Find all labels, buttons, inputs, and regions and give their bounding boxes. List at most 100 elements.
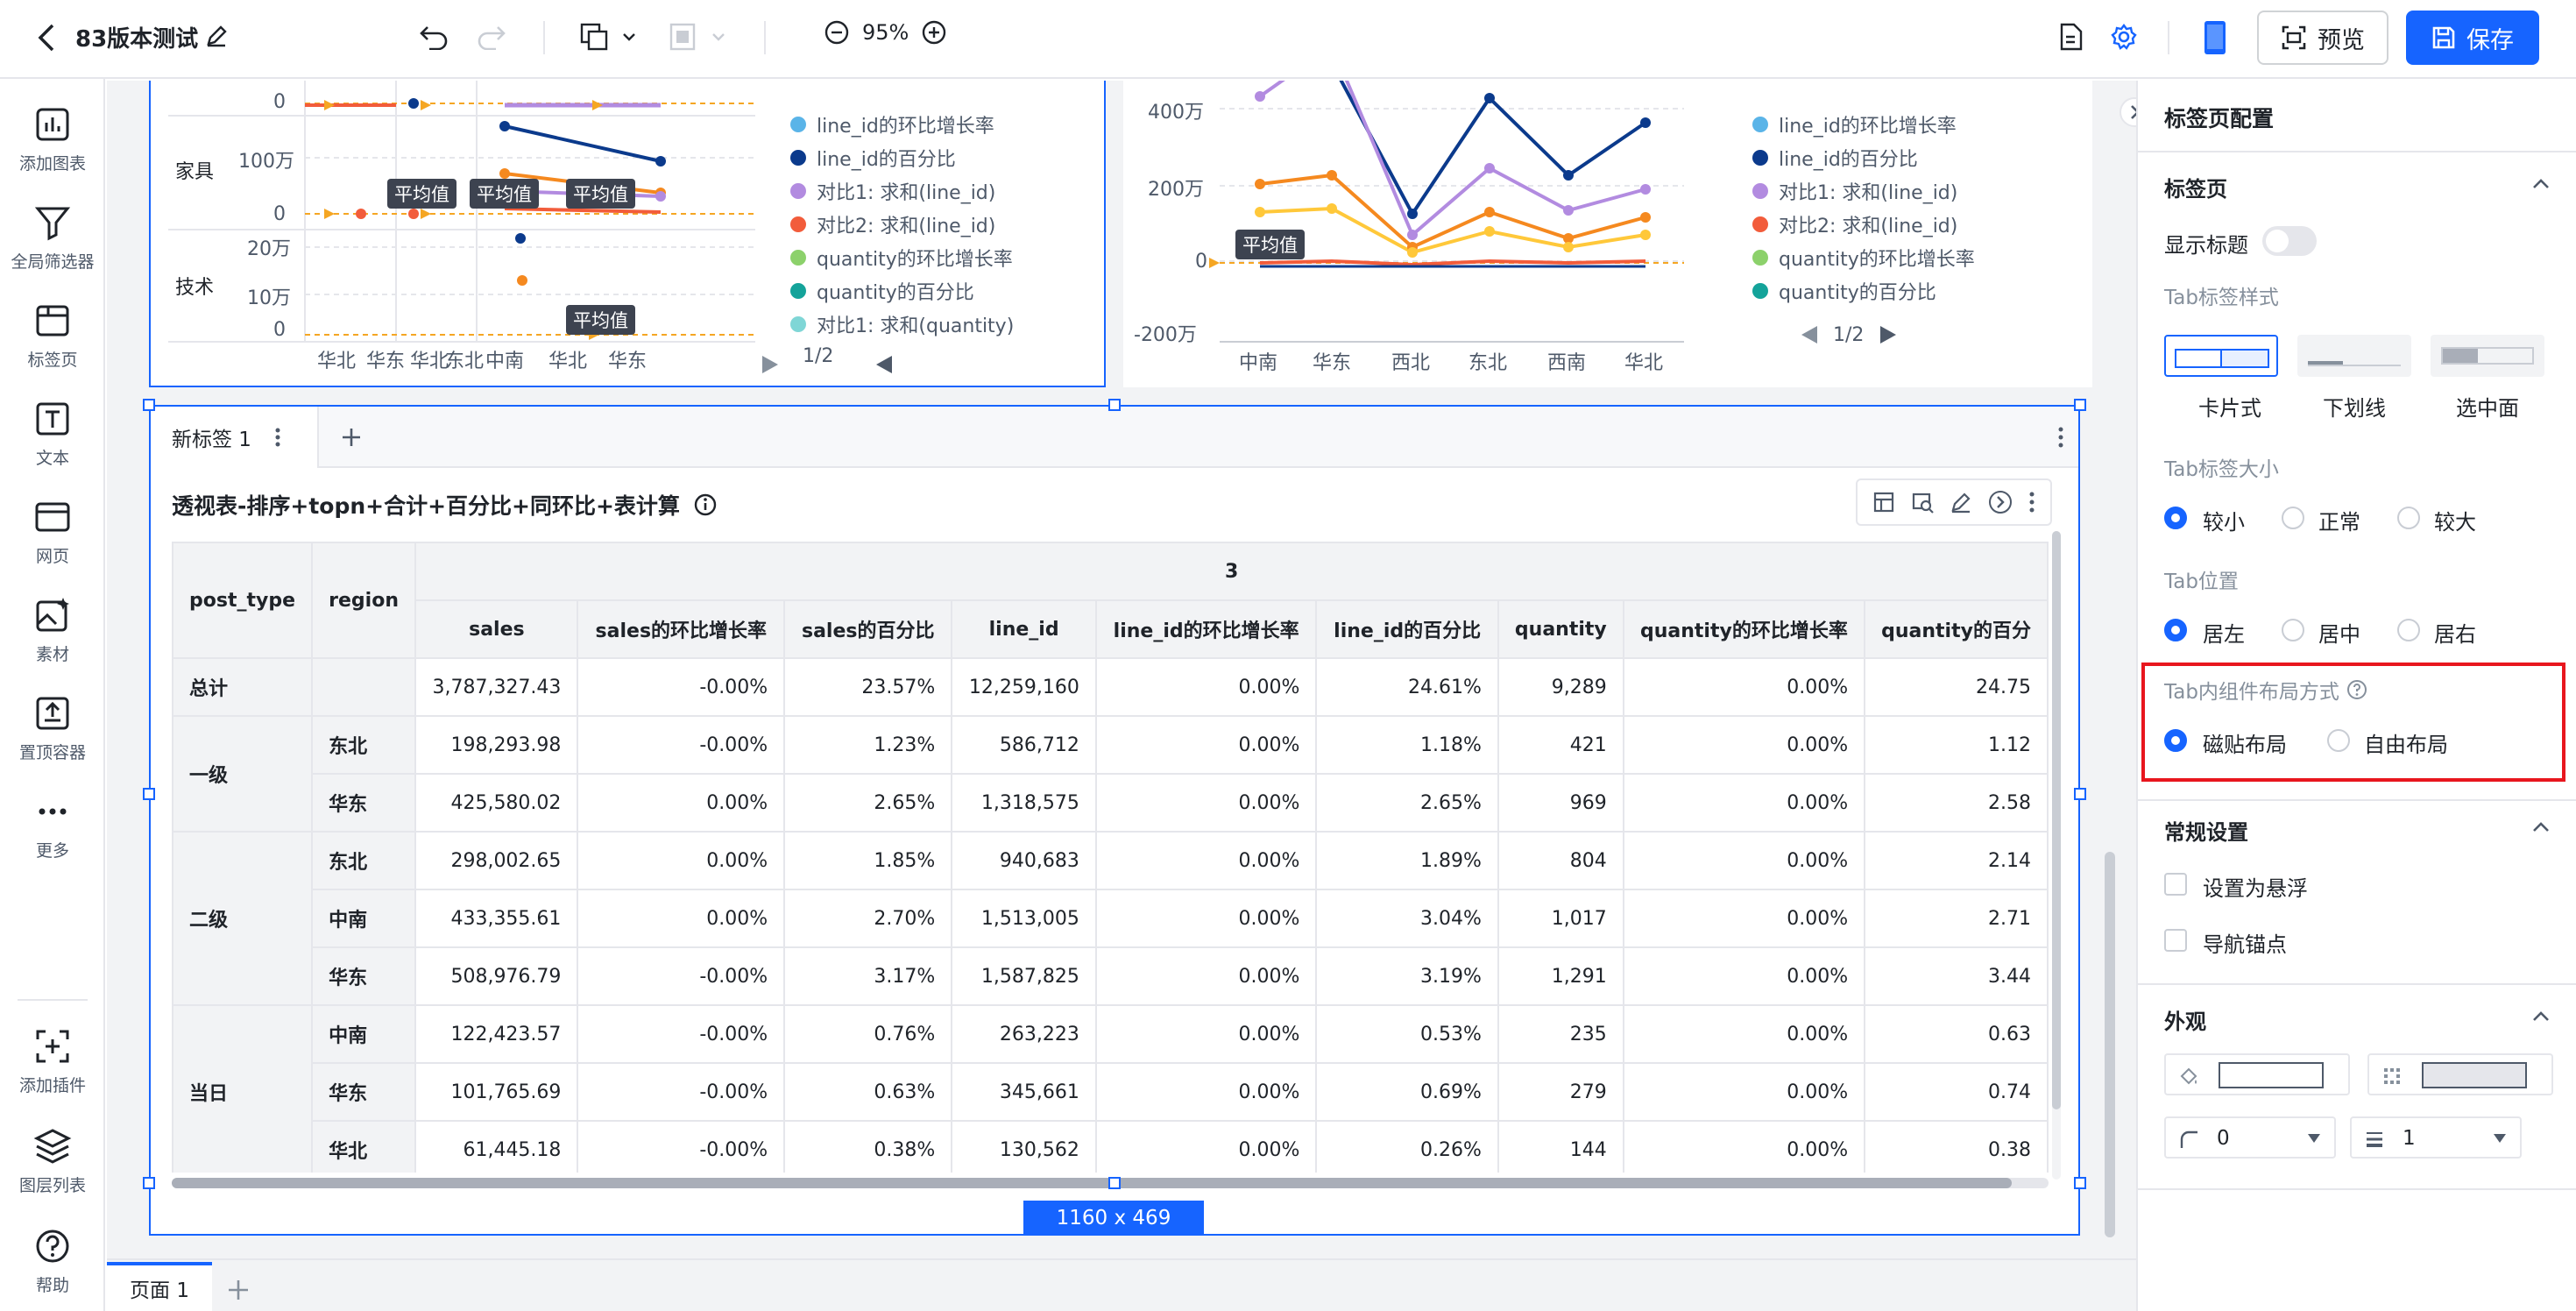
zoom-in-icon[interactable]	[921, 19, 947, 46]
chevron-up-icon[interactable]	[2530, 817, 2551, 838]
column-header[interactable]: quantity的环比增长率	[1622, 599, 1866, 659]
global-filter-button[interactable]: 全局筛选器	[0, 203, 105, 273]
preview-button[interactable]: 预览	[2257, 11, 2388, 65]
mobile-view-icon[interactable]	[2197, 18, 2233, 58]
free-layout-radio[interactable]	[2327, 729, 2350, 752]
legend-item[interactable]: 对比2: 求和(line_id)	[1752, 210, 1957, 238]
edit-title-icon[interactable]	[202, 21, 231, 51]
tab-more-icon[interactable]	[274, 427, 281, 448]
vertical-scrollbar[interactable]	[2052, 531, 2061, 1180]
anchor-checkbox[interactable]	[2164, 929, 2187, 952]
column-header[interactable]: quantity	[1497, 599, 1624, 659]
table-edit-icon[interactable]	[1872, 491, 1895, 514]
chevron-right-icon[interactable]	[1988, 490, 2013, 514]
column-header[interactable]: line_id	[951, 599, 1097, 659]
chevron-up-icon[interactable]	[2530, 174, 2551, 195]
redo-icon[interactable]	[473, 19, 510, 54]
tab-position-center-radio[interactable]	[2282, 619, 2304, 641]
document-icon[interactable]	[2054, 19, 2089, 54]
webpage-button[interactable]: 网页	[0, 498, 105, 567]
resize-handle[interactable]	[2074, 788, 2086, 800]
group-label[interactable]: 当日	[172, 1004, 314, 1173]
panel-collapse-icon[interactable]	[2119, 96, 2136, 128]
resize-handle[interactable]	[143, 788, 155, 800]
pencil-icon[interactable]	[1950, 491, 1972, 514]
material-button[interactable]: 素材	[0, 596, 105, 665]
pivot-card[interactable]: 透视表-排序+topn+合计+百分比+同环比+表计算 post_type reg…	[151, 470, 2064, 1230]
tab-style-selected[interactable]	[2431, 335, 2544, 377]
column-header[interactable]: sales的百分比	[783, 599, 953, 659]
scrollbar-thumb[interactable]	[172, 1178, 2012, 1188]
resize-handle[interactable]	[143, 399, 155, 411]
back-arrow-icon[interactable]	[30, 21, 63, 54]
tab-style-underline[interactable]	[2297, 335, 2411, 377]
legend-item[interactable]: quantity的百分比	[1752, 277, 1936, 305]
group-label[interactable]: 二级	[172, 831, 314, 1006]
legend-item[interactable]: line_id的百分比	[790, 144, 956, 172]
add-tab-icon[interactable]	[340, 426, 363, 449]
layer-list-button[interactable]: 图层列表	[0, 1127, 105, 1196]
row-header-post-type[interactable]: post_type	[172, 542, 314, 659]
canvas-scrollbar[interactable]	[2105, 852, 2115, 1237]
tab-size-normal-radio[interactable]	[2282, 507, 2304, 529]
help-circle-icon[interactable]	[2346, 679, 2367, 700]
column-header[interactable]: sales	[414, 599, 579, 659]
align-icon[interactable]	[668, 19, 731, 54]
add-plugin-button[interactable]: 添加插件	[0, 1027, 105, 1096]
border-width-select[interactable]: 1	[2350, 1116, 2522, 1159]
legend-item[interactable]: quantity的环比增长率	[790, 244, 1013, 272]
chart-card-right[interactable]: 400万 200万 0 -200万 中南 华东 西北 东北 西南 华北 平均值 …	[1123, 81, 2092, 387]
add-page-icon[interactable]	[226, 1278, 251, 1302]
column-header[interactable]: line_id的环比增长率	[1094, 599, 1318, 659]
add-chart-button[interactable]: 添加图表	[0, 105, 105, 174]
legend-item[interactable]: quantity的百分比	[790, 277, 974, 305]
tab-position-left-radio[interactable]	[2164, 619, 2187, 641]
save-button[interactable]: 保存	[2406, 11, 2539, 65]
show-title-toggle[interactable]	[2262, 226, 2317, 256]
legend-item[interactable]: quantity的环比增长率	[1752, 244, 1975, 272]
resize-handle[interactable]	[1108, 399, 1121, 411]
container-more-icon[interactable]	[2057, 426, 2064, 449]
text-button[interactable]: 文本	[0, 400, 105, 469]
fill-color-picker[interactable]	[2164, 1053, 2350, 1095]
tile-layout-radio[interactable]	[2164, 729, 2187, 752]
chart-card-left[interactable]: 0 家具 100万 0 技术 20万 10万 0 华北 华东 华北 东北 中南 …	[149, 81, 1106, 387]
legend-item[interactable]: line_id的环比增长率	[1752, 110, 1957, 138]
tab-position-right-radio[interactable]	[2397, 619, 2420, 641]
undo-icon[interactable]	[415, 19, 452, 54]
legend-item[interactable]: 对比1: 求和(quantity)	[790, 310, 1014, 338]
resize-handle[interactable]	[1108, 1177, 1121, 1189]
row-header-region[interactable]: region	[311, 542, 417, 659]
legend-item[interactable]: 对比1: 求和(line_id)	[790, 177, 995, 205]
scrollbar-thumb[interactable]	[2052, 531, 2061, 1109]
column-header[interactable]: quantity的百分	[1864, 599, 2049, 659]
legend-item[interactable]: 对比2: 求和(line_id)	[790, 210, 995, 238]
corner-radius-select[interactable]: 0	[2164, 1116, 2336, 1159]
tab-size-large-radio[interactable]	[2397, 507, 2420, 529]
settings-gear-icon[interactable]	[2106, 19, 2141, 54]
zoom-out-icon[interactable]	[824, 19, 850, 46]
column-header[interactable]: sales的环比增长率	[577, 599, 786, 659]
resize-handle[interactable]	[143, 1177, 155, 1189]
resize-handle[interactable]	[2074, 399, 2086, 411]
group-label[interactable]: 一级	[172, 715, 314, 833]
legend-item[interactable]: line_id的百分比	[1752, 144, 1918, 172]
tab-container[interactable]: 新标签 1 透视表-排序+topn+合计+百分比+同环比+表计算 post_ty…	[149, 405, 2080, 1236]
tab-style-card[interactable]	[2164, 335, 2278, 377]
legend-item[interactable]: 对比1: 求和(line_id)	[1752, 177, 1957, 205]
tab-page-button[interactable]: 标签页	[0, 301, 105, 371]
data-search-icon[interactable]	[1911, 491, 1934, 514]
more-vertical-icon[interactable]	[2028, 491, 2035, 514]
legend-item[interactable]: line_id的环比增长率	[790, 110, 994, 138]
help-button[interactable]: 帮助	[0, 1227, 105, 1296]
more-button[interactable]: 更多	[0, 792, 105, 861]
resize-handle[interactable]	[2074, 1177, 2086, 1189]
column-header[interactable]: line_id的百分比	[1315, 599, 1499, 659]
tab-size-small-radio[interactable]	[2164, 507, 2187, 529]
page-tab[interactable]: 页面 1	[107, 1262, 212, 1311]
background-color-picker[interactable]	[2367, 1053, 2553, 1095]
float-checkbox[interactable]	[2164, 873, 2187, 896]
tab-item[interactable]: 新标签 1	[151, 407, 319, 468]
pin-container-button[interactable]: 置顶容器	[0, 694, 105, 763]
chevron-up-icon[interactable]	[2530, 1006, 2551, 1027]
